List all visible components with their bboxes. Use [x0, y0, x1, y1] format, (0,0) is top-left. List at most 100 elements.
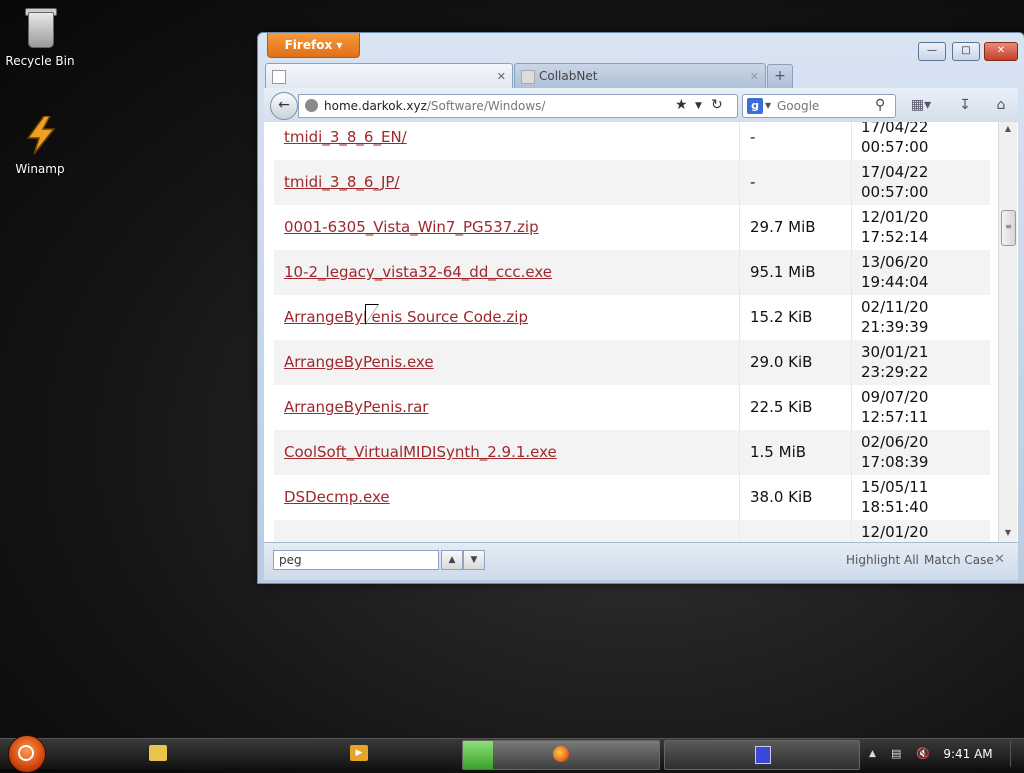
match-case-button[interactable]: Match Case	[924, 550, 994, 570]
file-link[interactable]: 10-2_legacy_vista32-64_dd_ccc.exe	[284, 250, 734, 295]
table-row: ArrangeByPenis.exe 29.0 KiB 30/01/21 23:2…	[274, 340, 990, 385]
progress-indicator	[463, 741, 493, 769]
show-desktop-button[interactable]	[1010, 741, 1023, 767]
file-link[interactable]: ArrangeByPenis Source Code.zip	[284, 295, 734, 340]
tab-active[interactable]: ✕	[265, 63, 513, 89]
start-button[interactable]	[8, 735, 46, 773]
file-date: 30/01/21 23:29:22	[851, 340, 990, 385]
winamp-icon	[20, 114, 60, 158]
back-button[interactable]: ←	[270, 92, 298, 120]
file-date: 09/07/20 12:57:11	[851, 385, 990, 430]
file-size: 38.0 KiB	[739, 475, 851, 520]
show-hidden-icons-icon[interactable]: ▲	[869, 747, 876, 761]
file-size	[739, 520, 851, 542]
engine-dropdown-icon[interactable]: ▼	[765, 95, 771, 117]
scroll-thumb[interactable]: ≡	[1001, 210, 1016, 246]
taskbar: ▶ ▲ ▤ 🔇 9:41 AM	[0, 735, 1024, 773]
table-row: tmidi_3_8_6_EN/ - 17/04/22 00:57:00	[274, 122, 990, 160]
search-icon[interactable]: ⚲	[875, 95, 885, 116]
recycle-bin-label: Recycle Bin	[5, 54, 75, 68]
recycle-bin-shortcut[interactable]: Recycle Bin	[0, 6, 80, 68]
file-size: 29.7 MiB	[739, 205, 851, 250]
reload-icon[interactable]: ↻	[711, 95, 723, 116]
close-tab-icon[interactable]: ✕	[750, 64, 759, 89]
file-date: 17/04/22 00:57:00	[851, 160, 990, 205]
ubuntu-logo-icon	[18, 745, 34, 761]
file-link[interactable]: ArrangeByPenis.exe	[284, 340, 734, 385]
page-icon	[521, 70, 535, 84]
volume-muted-icon[interactable]: 🔇	[916, 747, 930, 761]
clock[interactable]: 9:41 AM	[938, 739, 998, 769]
scroll-down-icon[interactable]: ▼	[999, 526, 1017, 540]
file-date: 12/01/20 17:52:14	[851, 205, 990, 250]
file-date: 13/06/20 19:44:04	[851, 250, 990, 295]
vertical-scrollbar[interactable]: ▲ ≡ ▼	[998, 122, 1017, 542]
firefox-icon	[553, 746, 569, 762]
table-row: DSDecmp.exe 38.0 KiB 15/05/11 18:51:40	[274, 475, 990, 520]
table-row: ArrangeByPenis Source Code.zip 15.2 KiB …	[274, 295, 990, 340]
tab-collabnet[interactable]: CollabNet ✕	[514, 63, 766, 89]
app-icon	[755, 746, 771, 764]
network-icon[interactable]: ▤	[891, 747, 901, 761]
file-link[interactable]: 0001-6305_Vista_Win7_PG537.zip	[284, 205, 734, 250]
url-text: home.darkok.xyz/Software/Windows/	[324, 99, 546, 113]
close-find-bar-icon[interactable]: ✕	[994, 550, 1005, 570]
firefox-menu-button[interactable]: Firefox ▾	[267, 33, 360, 58]
taskbar-app-button[interactable]	[664, 740, 860, 770]
media-player-icon[interactable]: ▶	[350, 745, 368, 761]
globe-icon	[305, 99, 318, 112]
close-tab-icon[interactable]: ✕	[497, 64, 506, 89]
find-previous-button[interactable]: ▲	[441, 550, 463, 570]
file-link[interactable]: tmidi_3_8_6_EN/	[284, 122, 734, 160]
table-row: tmidi_3_8_6_JP/ - 17/04/22 00:57:00	[274, 160, 990, 205]
file-date: 02/06/20 17:08:39	[851, 430, 990, 475]
file-date: 17/04/22 00:57:00	[851, 122, 990, 160]
page-icon	[272, 70, 286, 84]
highlight-all-button[interactable]: Highlight All	[846, 550, 919, 570]
find-input[interactable]	[273, 550, 439, 570]
bookmarks-menu-icon[interactable]: ▦▾	[906, 96, 936, 114]
file-link[interactable]: ArrangeByPenis.rar	[284, 385, 734, 430]
file-date: 12/01/20	[851, 520, 990, 542]
navigation-toolbar: ← home.darkok.xyz/Software/Windows/ ★ ▼ …	[264, 88, 1018, 122]
file-size: 95.1 MiB	[739, 250, 851, 295]
file-link[interactable]: tmidi_3_8_6_JP/	[284, 160, 734, 205]
minimize-button[interactable]: —	[918, 42, 946, 61]
file-size: 22.5 KiB	[739, 385, 851, 430]
file-link[interactable]: CoolSoft_VirtualMIDISynth_2.9.1.exe	[284, 430, 734, 475]
page-content: tmidi_3_8_6_EN/ - 17/04/22 00:57:00 tmidi…	[264, 122, 1018, 542]
google-icon[interactable]: g	[747, 98, 763, 114]
recycle-bin-icon	[20, 6, 60, 50]
mouse-cursor	[366, 305, 378, 323]
file-date: 02/11/20 21:39:39	[851, 295, 990, 340]
winamp-label: Winamp	[15, 162, 65, 176]
close-window-button[interactable]: ✕	[984, 42, 1018, 61]
tab-label: CollabNet	[539, 69, 598, 83]
file-link[interactable]: DSDecmp.exe	[284, 475, 734, 520]
table-row: 10-2_legacy_vista32-64_dd_ccc.exe 95.1 M…	[274, 250, 990, 295]
file-size: 15.2 KiB	[739, 295, 851, 340]
history-dropdown-icon[interactable]: ▼	[695, 95, 702, 117]
new-tab-button[interactable]: +	[767, 64, 793, 89]
file-size: -	[739, 160, 851, 205]
table-row: ArrangeByPenis.rar 22.5 KiB 09/07/20 12:5…	[274, 385, 990, 430]
table-row: 12/01/20	[274, 520, 990, 542]
home-icon[interactable]: ⌂	[990, 96, 1012, 114]
taskbar-firefox-button[interactable]	[462, 740, 660, 770]
maximize-button[interactable]: □	[952, 42, 980, 61]
winamp-shortcut[interactable]: Winamp	[0, 114, 80, 176]
url-bar[interactable]: home.darkok.xyz/Software/Windows/ ★ ▼ ↻	[298, 94, 738, 118]
bookmark-star-icon[interactable]: ★	[675, 95, 688, 116]
file-size: 1.5 MiB	[739, 430, 851, 475]
scroll-up-icon[interactable]: ▲	[999, 122, 1017, 136]
find-bar: ▲ ▼ Highlight All Match Case ✕	[264, 542, 1018, 580]
search-bar[interactable]: g ▼ ⚲	[742, 94, 896, 118]
table-row: 0001-6305_Vista_Win7_PG537.zip 29.7 MiB …	[274, 205, 990, 250]
file-date: 15/05/11 18:51:40	[851, 475, 990, 520]
find-next-button[interactable]: ▼	[463, 550, 485, 570]
table-row: CoolSoft_VirtualMIDISynth_2.9.1.exe 1.5 …	[274, 430, 990, 475]
file-explorer-icon[interactable]	[149, 745, 167, 761]
file-size: -	[739, 122, 851, 160]
downloads-icon[interactable]: ↧	[954, 96, 976, 114]
search-input[interactable]	[775, 97, 875, 115]
